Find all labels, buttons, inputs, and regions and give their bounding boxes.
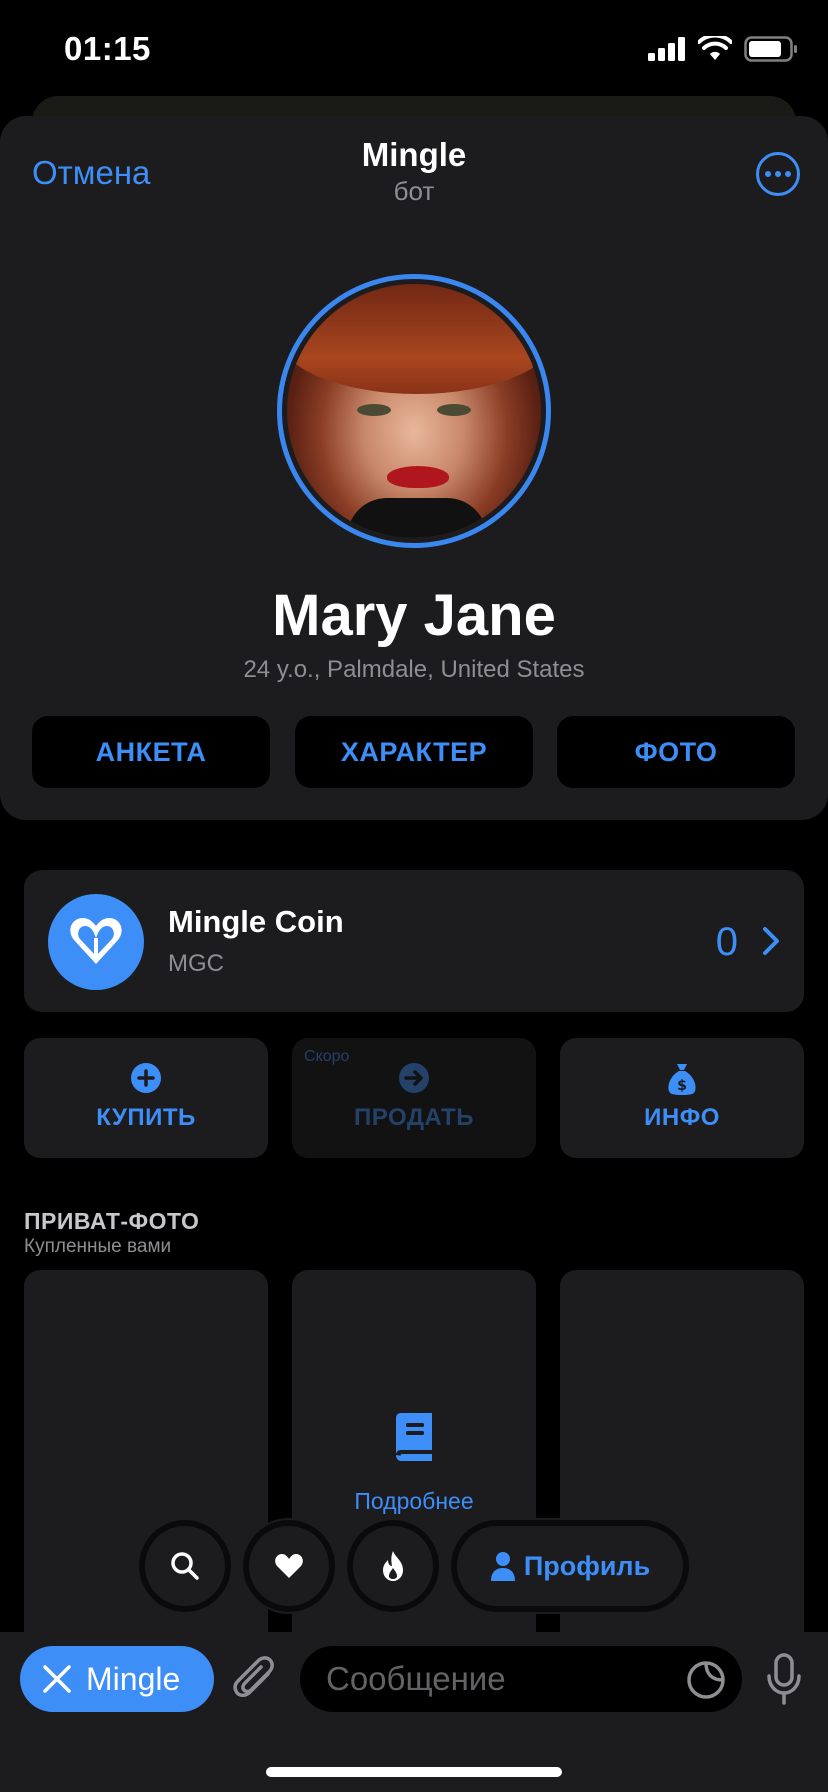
profile-meta: 24 y.o., Palmdale, United States: [243, 656, 585, 683]
buy-button[interactable]: КУПИТЬ: [24, 1038, 268, 1158]
sell-button: Скоро ПРОДАТЬ: [292, 1038, 536, 1158]
more-dot-icon: [785, 171, 791, 177]
coin-card[interactable]: Mingle Coin MGC 0: [24, 870, 804, 1012]
money-bag-icon: $: [668, 1064, 696, 1095]
book-icon: [396, 1413, 432, 1461]
more-dot-icon: [775, 171, 781, 177]
chevron-right-icon: [763, 927, 779, 955]
profile-name: Mary Jane: [272, 583, 556, 648]
bot-menu-label: Mingle: [86, 1660, 181, 1697]
bot-title: Mingle: [361, 136, 467, 173]
search-icon: [171, 1552, 199, 1580]
flame-icon: [383, 1551, 403, 1581]
avatar-eye: [357, 404, 391, 416]
hot-button[interactable]: [347, 1520, 439, 1612]
avatar-neck: [347, 498, 487, 538]
sell-label: ПРОДАТЬ: [354, 1104, 474, 1131]
more-dot-icon: [765, 171, 771, 177]
home-indicator: [266, 1767, 562, 1777]
status-time: 01:15: [64, 30, 151, 67]
coin-symbol: MGC: [168, 950, 224, 977]
plus-circle-icon: [131, 1063, 161, 1093]
avatar-lips: [387, 466, 449, 488]
private-photo-slot[interactable]: [24, 1270, 268, 1650]
avatar-hair: [287, 284, 541, 394]
heart-coin-icon: [48, 894, 144, 990]
avatar[interactable]: [277, 274, 551, 548]
heart-icon: [275, 1554, 303, 1578]
cellular-signal-icon: [648, 37, 685, 61]
paperclip-icon[interactable]: [232, 1654, 278, 1704]
private-photos-title: ПРИВАТ-ФОТО: [24, 1208, 200, 1234]
profile-nav-label: Профиль: [523, 1550, 651, 1581]
status-icons: [648, 36, 798, 62]
avatar-photo: [287, 284, 541, 538]
tab-anketa[interactable]: АНКЕТА: [32, 716, 270, 788]
info-button[interactable]: $ ИНФО: [560, 1038, 804, 1158]
battery-icon: [744, 36, 797, 62]
coin-name: Mingle Coin: [168, 904, 344, 939]
buy-label: КУПИТЬ: [96, 1104, 196, 1131]
arrow-right-circle-icon: [399, 1063, 429, 1093]
tab-character[interactable]: ХАРАКТЕР: [295, 716, 533, 788]
bot-subtitle: бот: [393, 176, 435, 206]
tab-photo[interactable]: ФОТО: [557, 716, 795, 788]
status-bar: 01:15: [0, 0, 828, 100]
profile-sheet: Отмена Mingle бот Mary Jane 24 y.o., Pal…: [0, 116, 828, 820]
private-photos-subtitle: Купленные вами: [24, 1236, 172, 1257]
likes-button[interactable]: [243, 1520, 335, 1612]
search-button[interactable]: [139, 1520, 231, 1612]
avatar-eye: [437, 404, 471, 416]
bot-menu-button[interactable]: Mingle: [20, 1646, 214, 1712]
profile-nav-button[interactable]: Профиль: [451, 1520, 689, 1612]
info-label: ИНФО: [644, 1104, 720, 1131]
coin-balance: 0: [715, 920, 738, 964]
svg-text:$: $: [677, 1078, 687, 1094]
more-options-button[interactable]: [756, 152, 800, 196]
wifi-icon: [698, 36, 732, 60]
person-icon: [490, 1552, 515, 1581]
more-info-link[interactable]: Подробнее: [292, 1488, 536, 1515]
message-input[interactable]: [300, 1646, 742, 1712]
microphone-icon[interactable]: [764, 1652, 804, 1706]
close-icon: [43, 1665, 71, 1693]
sticker-icon[interactable]: [686, 1660, 726, 1700]
